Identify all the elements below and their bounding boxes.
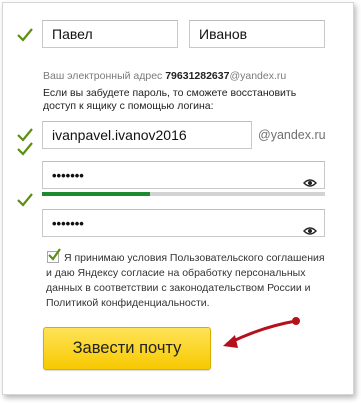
agreement-line4[interactable]: Политикой конфиденциальности. bbox=[46, 296, 210, 311]
first-name-value: Павел bbox=[52, 26, 93, 42]
password-value: ••••••• bbox=[52, 168, 84, 183]
check-icon bbox=[17, 128, 33, 142]
agreement-line3: данных в соответствии с законодательство… bbox=[46, 282, 311, 294]
last-name-input[interactable]: Иванов bbox=[189, 20, 325, 48]
eye-icon[interactable] bbox=[303, 218, 317, 235]
arrow-icon bbox=[223, 317, 300, 348]
password-strength-bar bbox=[42, 192, 150, 196]
email-domain: @yandex.ru bbox=[229, 70, 287, 82]
login-domain: @yandex.ru bbox=[258, 128, 326, 142]
create-mail-button[interactable]: Завести почту bbox=[43, 327, 211, 370]
agreement-line2: и даю Яндексу согласие на обработку перс… bbox=[46, 267, 306, 279]
email-prefix-label: Ваш электронный адрес bbox=[43, 70, 166, 82]
eye-icon[interactable] bbox=[303, 170, 317, 187]
login-input[interactable]: ivanpavel.ivanov2016 bbox=[42, 121, 252, 149]
login-hint-line2: доступ к ящику с помощью логина: bbox=[43, 100, 214, 112]
password-confirm-value: ••••••• bbox=[52, 216, 84, 231]
email-address-line: Ваш электронный адрес 79631282637@yandex… bbox=[43, 70, 286, 83]
check-icon bbox=[17, 142, 33, 156]
login-hint-line1: Если вы забудете пароль, то сможете восс… bbox=[43, 87, 297, 99]
agreement-checkbox[interactable] bbox=[47, 248, 61, 263]
check-icon bbox=[17, 193, 33, 207]
check-icon bbox=[17, 28, 33, 42]
registration-form: Павел Иванов Ваш электронный адрес 79631… bbox=[2, 2, 354, 395]
agreement-line1[interactable]: Я принимаю условия Пользовательского сог… bbox=[64, 251, 325, 266]
first-name-input[interactable]: Павел bbox=[42, 20, 178, 48]
password-confirm-input[interactable]: ••••••• bbox=[42, 209, 325, 237]
email-phone: 79631282637 bbox=[165, 70, 230, 82]
last-name-value: Иванов bbox=[199, 26, 248, 42]
login-value: ivanpavel.ivanov2016 bbox=[52, 127, 187, 143]
password-input[interactable]: ••••••• bbox=[42, 161, 325, 189]
